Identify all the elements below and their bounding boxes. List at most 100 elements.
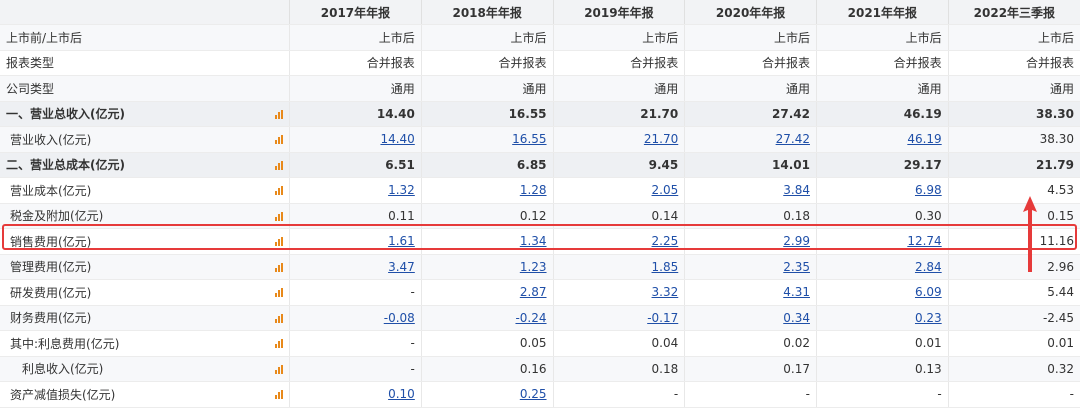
value-cell: -0.24 — [420, 305, 554, 331]
value-cell: 通用 — [947, 75, 1080, 102]
icon-cell — [158, 24, 290, 51]
value-cell: 上市后 — [420, 24, 554, 51]
value-cell: -2.45 — [947, 305, 1080, 331]
bar-chart-icon[interactable] — [275, 135, 285, 145]
value-cell: 0.18 — [552, 356, 685, 382]
value-cell: 上市后 — [289, 24, 422, 51]
value-link[interactable]: 1.32 — [388, 183, 415, 197]
value-cell: 合并报表 — [289, 50, 422, 76]
icon-cell — [158, 152, 290, 178]
value-cell: 46.19 — [815, 126, 949, 153]
bar-chart-icon[interactable] — [275, 186, 285, 196]
bar-chart-icon[interactable] — [275, 262, 285, 272]
table-row: 资产减值损失(亿元) 0.10 0.25- - - - — [0, 381, 1080, 408]
value-link[interactable]: 6.09 — [915, 285, 942, 299]
value-cell: 27.42 — [684, 101, 817, 127]
value-link[interactable]: -0.24 — [515, 311, 546, 325]
icon-cell — [158, 254, 290, 280]
value-cell: 14.01 — [684, 152, 817, 178]
year-header[interactable]: 2020年年报 — [684, 0, 817, 25]
value-cell: 1.28 — [420, 177, 554, 204]
bar-chart-icon[interactable] — [275, 390, 285, 400]
value-cell: 0.23 — [815, 305, 949, 331]
bar-chart-icon[interactable] — [275, 339, 285, 349]
year-header[interactable]: 2022年三季报 — [947, 0, 1080, 25]
table-row: 财务费用(亿元) -0.08 -0.24 -0.17 0.34 0.23 -2.45 — [0, 305, 1080, 331]
year-header[interactable]: 2021年年报 — [815, 0, 949, 25]
bar-chart-icon[interactable] — [275, 364, 285, 374]
row-label: 财务费用(亿元) — [0, 305, 159, 331]
bar-chart-icon[interactable] — [275, 313, 285, 323]
table-row: 二、营业总成本(亿元) 6.51 6.85 9.45 14.01 29.17 21.79 — [0, 152, 1080, 178]
value-cell: 16.55 — [420, 101, 554, 127]
value-link[interactable]: 4.31 — [783, 285, 810, 299]
value-link[interactable]: 46.19 — [907, 132, 941, 146]
value-cell: 2.84 — [815, 254, 949, 280]
value-link[interactable]: 0.10 — [388, 387, 415, 401]
value-cell: 2.35 — [684, 254, 817, 280]
value-link[interactable]: 21.70 — [644, 132, 678, 146]
value-cell: 合并报表 — [420, 50, 554, 76]
header-blank — [158, 0, 290, 25]
table-row: 研发费用(亿元) - 2.87 3.32 4.31 6.09 5.44 — [0, 279, 1080, 306]
icon-cell — [158, 305, 290, 331]
value-link[interactable]: 6.98 — [915, 183, 942, 197]
year-header[interactable]: 2017年年报 — [289, 0, 422, 25]
value-link[interactable]: 0.34 — [783, 311, 810, 325]
value-cell: - — [815, 381, 949, 408]
row-label: 上市前/上市后 — [0, 24, 159, 51]
row-label: 管理费用(亿元) — [0, 254, 159, 280]
value-cell: 6.51 — [289, 152, 422, 178]
value-link[interactable]: 2.84 — [915, 260, 942, 274]
bar-chart-icon[interactable] — [275, 160, 285, 170]
value-cell: 14.40 — [289, 126, 422, 153]
row-label: 营业收入(亿元) — [0, 126, 159, 153]
year-header[interactable]: 2018年年报 — [420, 0, 554, 25]
value-cell: 21.70 — [552, 101, 685, 127]
value-cell: 21.79 — [947, 152, 1080, 178]
row-label: 营业成本(亿元) — [0, 177, 159, 204]
value-cell: 38.30 — [947, 126, 1080, 153]
value-link[interactable]: 14.40 — [380, 132, 414, 146]
value-link[interactable]: 2.87 — [520, 285, 547, 299]
value-link[interactable]: 0.23 — [915, 311, 942, 325]
value-link[interactable]: 2.05 — [652, 183, 679, 197]
value-link[interactable]: 2.35 — [783, 260, 810, 274]
value-cell: 3.84 — [684, 177, 817, 204]
value-link[interactable]: -0.17 — [647, 311, 678, 325]
value-cell: 0.01 — [815, 330, 949, 357]
value-cell: 通用 — [815, 75, 949, 102]
value-cell: 2.05 — [552, 177, 685, 204]
value-cell: - — [289, 356, 422, 382]
value-link[interactable]: 0.25 — [520, 387, 547, 401]
icon-cell — [158, 381, 290, 408]
value-cell: 4.53 — [947, 177, 1080, 204]
value-cell: 29.17 — [815, 152, 949, 178]
table-row: 一、营业总收入(亿元) 14.40 16.55 21.70 27.42 46.19 38.3… — [0, 101, 1080, 127]
value-link[interactable]: 16.55 — [512, 132, 546, 146]
value-cell: -0.08 — [289, 305, 422, 331]
value-cell: 14.40 — [289, 101, 422, 127]
value-cell: 合并报表 — [552, 50, 685, 76]
value-cell: 通用 — [684, 75, 817, 102]
value-link[interactable]: -0.08 — [384, 311, 415, 325]
bar-chart-icon[interactable] — [275, 211, 285, 221]
value-link[interactable]: 3.84 — [783, 183, 810, 197]
row-label: 公司类型 — [0, 75, 159, 102]
value-cell: 38.30 — [947, 101, 1080, 127]
icon-cell — [158, 177, 290, 204]
table-row: 营业收入(亿元) 14.40 16.55 21.70 27.42 46.19 38.30 — [0, 126, 1080, 153]
value-link[interactable]: 1.85 — [652, 260, 679, 274]
value-link[interactable]: 1.23 — [520, 260, 547, 274]
table-row: 利息收入(亿元) -0.16 0.18 0.17 0.13 0.32 — [0, 356, 1080, 382]
value-cell: 通用 — [420, 75, 554, 102]
bar-chart-icon[interactable] — [275, 109, 285, 119]
value-cell: 16.55 — [420, 126, 554, 153]
value-cell: 0.32 — [947, 356, 1080, 382]
value-link[interactable]: 27.42 — [776, 132, 810, 146]
bar-chart-icon[interactable] — [275, 288, 285, 298]
value-link[interactable]: 3.47 — [388, 260, 415, 274]
value-link[interactable]: 1.28 — [520, 183, 547, 197]
year-header[interactable]: 2019年年报 — [552, 0, 685, 25]
value-link[interactable]: 3.32 — [652, 285, 679, 299]
